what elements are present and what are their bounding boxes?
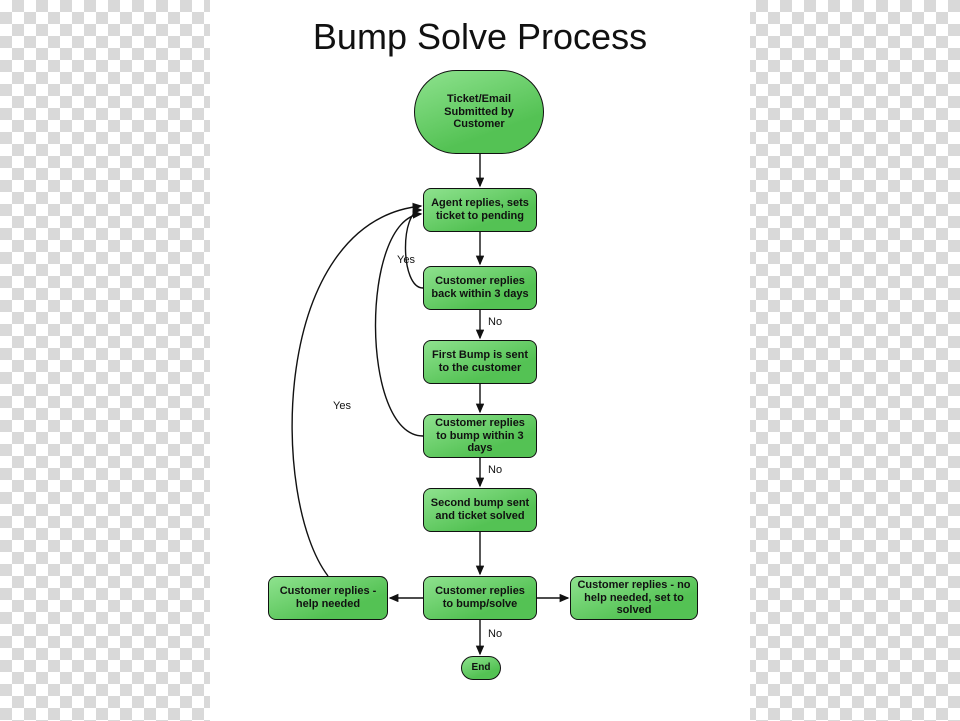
edge-label-yes-1: Yes (397, 254, 415, 266)
edge-label-no-2: No (488, 464, 502, 476)
node-agent-replies: Agent replies, sets ticket to pending (423, 188, 537, 232)
node-help-needed: Customer replies - help needed (268, 576, 388, 620)
diagram-canvas: Bump Solve Process Ticket/Email Submitte… (210, 0, 750, 721)
node-end: End (461, 656, 501, 680)
edge-label-yes-2: Yes (333, 400, 351, 412)
node-first-bump: First Bump is sent to the customer (423, 340, 537, 384)
node-no-help-needed: Customer replies - no help needed, set t… (570, 576, 698, 620)
node-customer-replies-3days-a: Customer replies back within 3 days (423, 266, 537, 310)
node-second-bump: Second bump sent and ticket solved (423, 488, 537, 532)
edge-label-no-1: No (488, 316, 502, 328)
node-customer-replies-3days-b: Customer replies to bump within 3 days (423, 414, 537, 458)
node-bump-solve: Customer replies to bump/solve (423, 576, 537, 620)
edge-label-no-3: No (488, 628, 502, 640)
diagram-title: Bump Solve Process (210, 16, 750, 58)
node-start: Ticket/Email Submitted by Customer (414, 70, 544, 154)
